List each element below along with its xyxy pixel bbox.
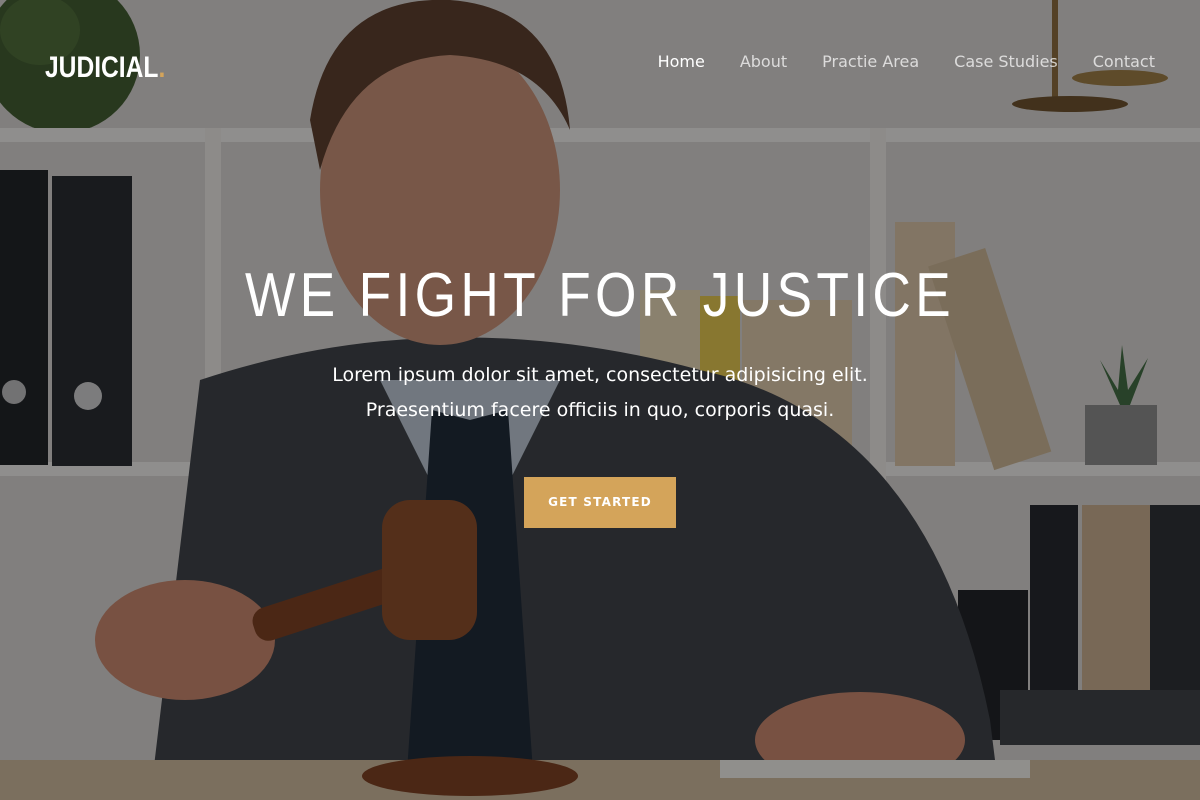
hero-subtitle-line-1: Lorem ipsum dolor sit amet, consectetur …	[332, 364, 868, 386]
nav-link-case-studies[interactable]: Case Studies	[954, 52, 1058, 71]
brand-dot: .	[158, 51, 166, 84]
nav-item-contact: Contact	[1093, 51, 1155, 73]
nav-item-practice-area: Practie Area	[822, 51, 919, 73]
nav-link-home[interactable]: Home	[658, 52, 705, 71]
nav-link-about[interactable]: About	[740, 52, 787, 71]
hero-content: WE FIGHT FOR JUSTICE Lorem ipsum dolor s…	[0, 258, 1200, 528]
nav-item-case-studies: Case Studies	[954, 51, 1058, 73]
hero-title: WE FIGHT FOR JUSTICE	[244, 261, 956, 330]
nav-link-contact[interactable]: Contact	[1093, 52, 1155, 71]
get-started-button[interactable]: GET STARTED	[524, 477, 676, 528]
hero-subtitle-line-2: Praesentium facere officiis in quo, corp…	[365, 399, 835, 421]
nav-item-about: About	[740, 51, 787, 73]
main-nav: Home About Practie Area Case Studies Con…	[658, 51, 1155, 73]
brand-logo[interactable]: JUDICIAL.	[45, 50, 165, 86]
nav-item-home: Home	[658, 51, 705, 73]
nav-link-practice-area[interactable]: Practie Area	[822, 52, 919, 71]
hero-subtitle: Lorem ipsum dolor sit amet, consectetur …	[0, 358, 1200, 428]
brand-name: JUDICIAL	[45, 51, 159, 84]
top-navbar: JUDICIAL. Home About Practie Area Case S…	[0, 0, 1200, 124]
